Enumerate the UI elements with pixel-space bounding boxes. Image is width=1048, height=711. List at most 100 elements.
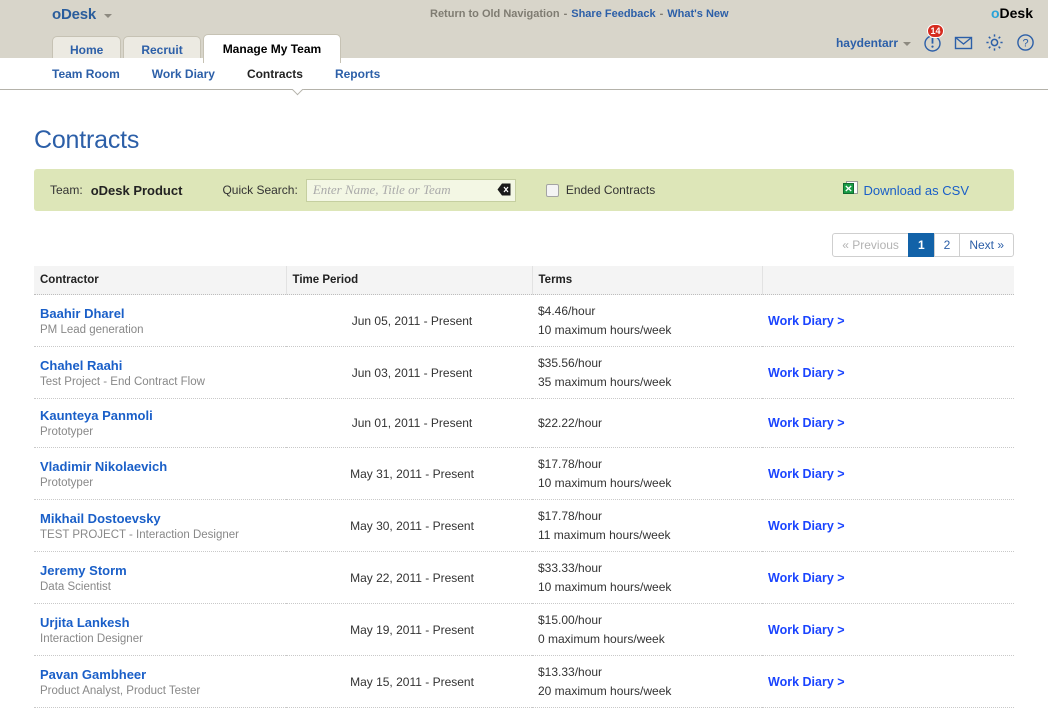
cell-actions: Work Diary >: [762, 347, 1014, 399]
ended-contracts-filter: Ended Contracts: [546, 183, 655, 197]
subnav-item-team-room[interactable]: Team Room: [52, 67, 120, 81]
cell-actions: Work Diary >: [762, 295, 1014, 347]
quick-search-wrapper: [306, 179, 516, 202]
username-label[interactable]: haydentarr: [836, 36, 898, 50]
odesk-logo[interactable]: oDesk: [52, 6, 96, 23]
subnav-item-contracts[interactable]: Contracts: [247, 67, 303, 81]
tab-manage-my-team[interactable]: Manage My Team: [203, 34, 341, 63]
cell-time-period: Jun 01, 2011 - Present: [286, 399, 532, 448]
work-diary-link[interactable]: Work Diary >: [768, 314, 845, 328]
pagination-previous[interactable]: « Previous: [832, 233, 909, 257]
contractor-name-link[interactable]: Mikhail Dostoevsky: [40, 511, 286, 526]
cell-terms: $4.46/hour10 maximum hours/week: [532, 295, 762, 347]
contractor-name-link[interactable]: Baahir Dharel: [40, 306, 286, 321]
svg-text:?: ?: [1022, 38, 1028, 50]
quick-search-label: Quick Search:: [222, 183, 297, 197]
cell-contractor: Pavan GambheerProduct Analyst, Product T…: [34, 656, 286, 708]
notifications-badge: 14: [927, 24, 944, 38]
column-header-actions: [762, 266, 1014, 295]
cell-actions: Work Diary >: [762, 604, 1014, 656]
contractor-name-link[interactable]: Kaunteya Panmoli: [40, 408, 286, 423]
cell-time-period: Jun 03, 2011 - Present: [286, 347, 532, 399]
cell-time-period: May 22, 2011 - Present: [286, 552, 532, 604]
user-area: haydentarr 14: [836, 33, 1035, 52]
cell-terms: $33.33/hour10 maximum hours/week: [532, 552, 762, 604]
subnav-item-reports[interactable]: Reports: [335, 67, 380, 81]
contractor-name-link[interactable]: Jeremy Storm: [40, 563, 286, 578]
pagination-next[interactable]: Next »: [959, 233, 1014, 257]
contract-rate: $17.78/hour: [538, 457, 762, 471]
help-icon[interactable]: ?: [1016, 33, 1035, 52]
ended-contracts-checkbox[interactable]: [546, 184, 559, 197]
team-value: oDesk Product: [91, 183, 183, 198]
work-diary-link[interactable]: Work Diary >: [768, 675, 845, 689]
search-input[interactable]: [306, 179, 516, 202]
work-diary-link[interactable]: Work Diary >: [768, 571, 845, 585]
tab-recruit-label: Recruit: [141, 43, 182, 57]
contract-rate: $4.46/hour: [538, 304, 762, 318]
odesk-logo-text: oDesk: [52, 6, 96, 23]
contractor-name-link[interactable]: Pavan Gambheer: [40, 667, 286, 682]
table-row: Baahir DharelPM Lead generationJun 05, 2…: [34, 295, 1014, 347]
contract-max-hours: 20 maximum hours/week: [538, 684, 762, 698]
cell-contractor: Kaunteya PanmoliPrototyper: [34, 399, 286, 448]
contract-rate: $22.22/hour: [538, 416, 762, 430]
pagination-page-1[interactable]: 1: [908, 233, 935, 257]
contractor-name-link[interactable]: Chahel Raahi: [40, 358, 286, 373]
spreadsheet-icon: [843, 181, 858, 199]
cell-actions: Work Diary >: [762, 399, 1014, 448]
contractor-name-link[interactable]: Urjita Lankesh: [40, 615, 286, 630]
column-header-contractor[interactable]: Contractor: [34, 266, 286, 295]
contract-rate: $35.56/hour: [538, 356, 762, 370]
pagination-page-2[interactable]: 2: [934, 233, 961, 257]
active-subnav-pointer-icon: [292, 89, 306, 97]
share-feedback-link[interactable]: Share Feedback: [571, 8, 655, 20]
contract-rate: $17.78/hour: [538, 509, 762, 523]
ended-contracts-label: Ended Contracts: [566, 183, 655, 197]
settings-gear-icon[interactable]: [985, 33, 1004, 52]
notifications-icon[interactable]: 14: [923, 33, 942, 52]
work-diary-link[interactable]: Work Diary >: [768, 467, 845, 481]
user-dropdown-caret-icon[interactable]: [903, 42, 911, 46]
work-diary-link[interactable]: Work Diary >: [768, 519, 845, 533]
contractor-name-link[interactable]: Vladimir Nikolaevich: [40, 459, 286, 474]
contract-max-hours: 0 maximum hours/week: [538, 632, 762, 646]
cell-terms: $13.33/hour20 maximum hours/week: [532, 656, 762, 708]
return-to-old-navigation-link[interactable]: Return to Old Navigation: [430, 8, 560, 20]
cell-terms: $15.00/hour0 maximum hours/week: [532, 604, 762, 656]
cell-terms: $17.78/hour 11 maximum hours/week: [532, 500, 762, 552]
table-row: Vladimir NikolaevichPrototyperMay 31, 20…: [34, 448, 1014, 500]
table-row: Jeremy Storm Data ScientistMay 22, 2011 -…: [34, 552, 1014, 604]
cell-contractor: Baahir Dharel PM Lead generation: [34, 295, 286, 347]
page-title: Contracts: [34, 126, 1014, 155]
table-row: Urjita LankeshInteraction DesignerMay 19…: [34, 604, 1014, 656]
subnav-item-work-diary[interactable]: Work Diary: [152, 67, 215, 81]
column-header-time-period[interactable]: Time Period: [286, 266, 532, 295]
contract-max-hours: 11 maximum hours/week: [538, 528, 762, 542]
cell-time-period: May 30, 2011 - Present: [286, 500, 532, 552]
sub-navigation: Team Room Work Diary Contracts Reports: [0, 58, 1048, 90]
contractor-title: Data Scientist: [40, 581, 286, 593]
work-diary-link[interactable]: Work Diary >: [768, 366, 845, 380]
contractor-title: PM Lead generation: [40, 324, 286, 336]
table-header-row: Contractor Time Period Terms: [34, 266, 1014, 295]
cell-actions: Work Diary >: [762, 500, 1014, 552]
cell-actions: Work Diary >: [762, 448, 1014, 500]
download-csv-link[interactable]: Download as CSV: [864, 183, 970, 198]
cell-contractor: Chahel RaahiTest Project - End Contract …: [34, 347, 286, 399]
cell-terms: $35.56/hour35 maximum hours/week: [532, 347, 762, 399]
column-header-terms[interactable]: Terms: [532, 266, 762, 295]
cell-time-period: May 19, 2011 - Present: [286, 604, 532, 656]
work-diary-link[interactable]: Work Diary >: [768, 416, 845, 430]
contractor-title: Prototyper: [40, 477, 286, 489]
cell-contractor: Urjita LankeshInteraction Designer: [34, 604, 286, 656]
cell-contractor: Mikhail DostoevskyTEST PROJECT - Interac…: [34, 500, 286, 552]
odesk-brand-text: Desk: [1000, 5, 1033, 21]
logo-dropdown-caret-icon[interactable]: [104, 14, 112, 18]
contracts-table: Contractor Time Period Terms Baahir Dhar…: [34, 266, 1014, 708]
whats-new-link[interactable]: What's New: [667, 8, 728, 20]
work-diary-link[interactable]: Work Diary >: [768, 623, 845, 637]
messages-icon[interactable]: [954, 33, 973, 52]
contract-max-hours: 10 maximum hours/week: [538, 476, 762, 490]
clear-search-icon[interactable]: [497, 183, 511, 196]
